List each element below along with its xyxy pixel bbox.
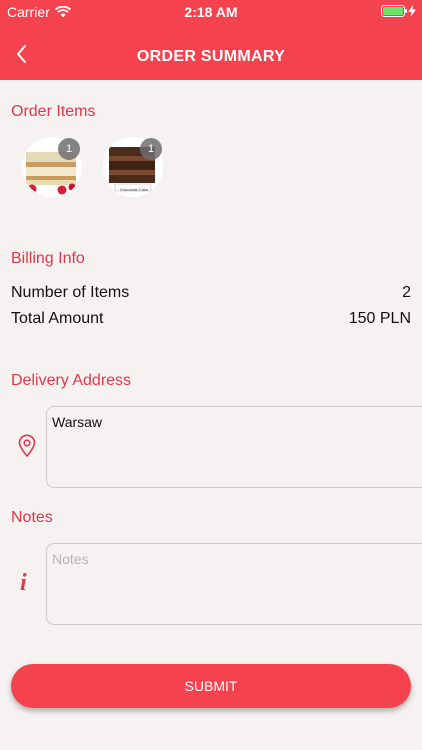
notes-field[interactable] — [46, 543, 422, 625]
battery-icon — [381, 5, 407, 17]
billing-label: Number of Items — [11, 284, 130, 301]
billing-row-total: Total Amount 150 PLN — [11, 310, 411, 328]
billing-value: 150 PLN — [348, 310, 411, 327]
info-icon: i — [20, 570, 27, 596]
status-bar: Carrier 2:18 AM — [0, 0, 422, 24]
delivery-address-field[interactable]: Warsaw — [46, 406, 422, 488]
battery-status — [381, 5, 416, 17]
quantity-badge: 1 — [58, 138, 80, 160]
submit-button[interactable]: SUBMIT — [11, 664, 411, 708]
map-pin-icon — [18, 434, 36, 458]
order-items-title: Order Items — [11, 103, 96, 120]
notes-title: Notes — [11, 509, 53, 526]
billing-label: Total Amount — [11, 310, 104, 327]
chocolate-cake-caption: Chocolate Cake — [119, 187, 149, 192]
header-bar: Carrier 2:18 AM ORDER SUMMARY — [0, 0, 422, 80]
status-time: 2:18 AM — [184, 4, 238, 20]
quantity-badge: 1 — [140, 138, 162, 160]
page-title: ORDER SUMMARY — [136, 48, 286, 65]
delivery-address-title: Delivery Address — [11, 372, 132, 389]
billing-info-title: Billing Info — [11, 250, 85, 267]
charging-bolt-icon — [408, 5, 416, 17]
billing-row-items: Number of Items 2 — [11, 284, 411, 302]
billing-value: 2 — [402, 284, 411, 301]
